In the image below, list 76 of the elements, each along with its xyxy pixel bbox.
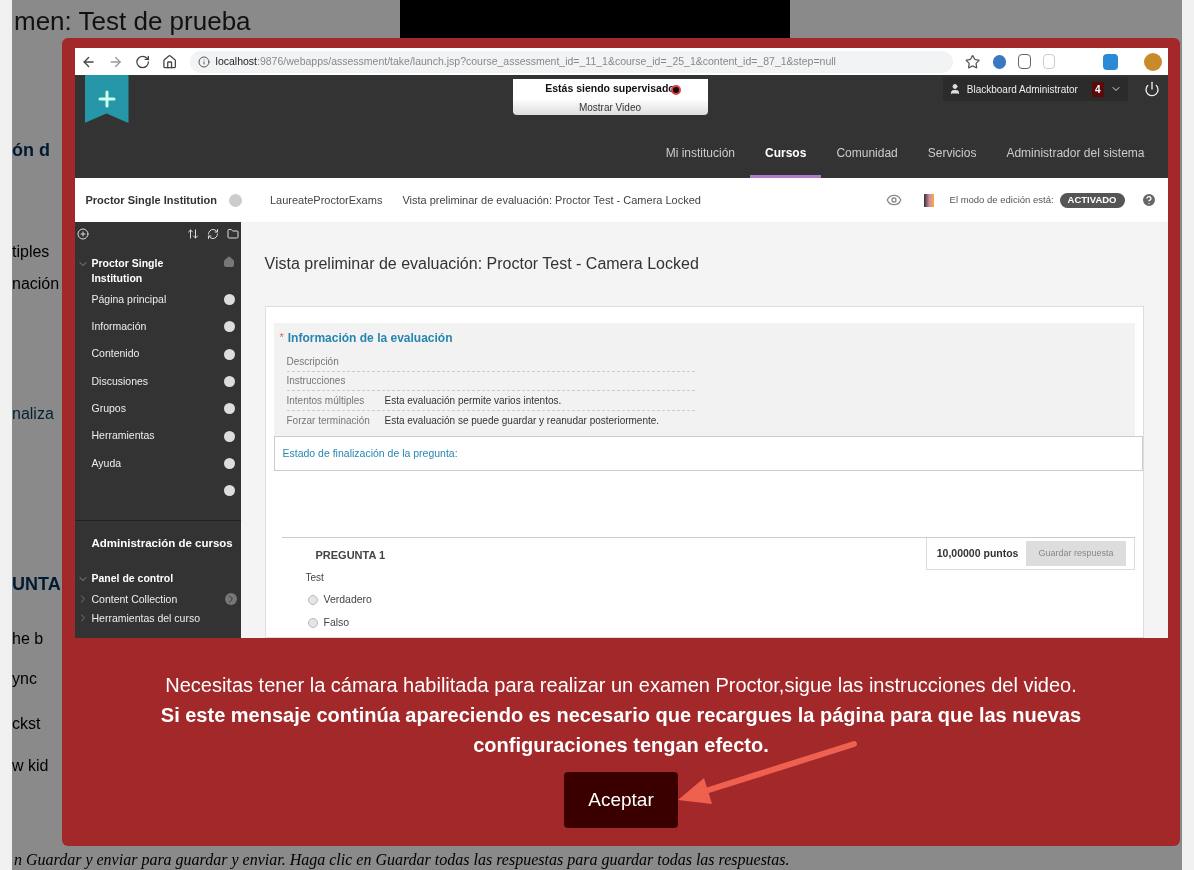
palette-icon[interactable] [923, 193, 934, 207]
help-icon[interactable] [1140, 192, 1157, 208]
info-label: Descripción [286, 354, 340, 369]
option-label[interactable]: Falso [323, 614, 350, 631]
eye-icon[interactable] [885, 192, 902, 208]
sidebar-item[interactable]: Grupos [91, 400, 126, 417]
page-title: Vista preliminar de evaluación: Proctor Test - Camera Locked [264, 254, 700, 274]
sidebar-item[interactable]: Herramientas [91, 428, 155, 444]
background-text: tiples [12, 242, 51, 262]
question-title: PREGUNTA 1 [315, 548, 386, 563]
info-label: Instrucciones [286, 374, 347, 389]
option-label[interactable]: Verdadero [323, 592, 372, 608]
background-text: ckst [12, 714, 42, 734]
background-text: naliza [12, 404, 55, 424]
completion-status-link[interactable]: Estado de finalización de la pregunta: [282, 445, 458, 462]
background-page-title: men: Test de prueba [14, 5, 251, 38]
modal-message: Necesitas tener la cámara habilitada para realizar un examen Proctor,sigue las instrucciones del video. [164, 673, 1078, 698]
nav-tab[interactable]: Comunidad [821, 138, 913, 178]
home-icon [162, 53, 178, 70]
nav-tab[interactable]: Administrador del sistema [991, 138, 1160, 178]
background-text: nación [12, 274, 61, 294]
user-name[interactable]: Blackboard Administrator [966, 81, 1078, 97]
home-icon[interactable] [222, 256, 235, 268]
folder-icon[interactable] [226, 228, 239, 240]
sidebar-item[interactable]: Información [91, 319, 147, 335]
background-text: w kid [12, 756, 50, 776]
user-icon [948, 83, 961, 95]
profile-avatar[interactable] [1144, 52, 1162, 71]
background-text: ync [12, 669, 38, 689]
modal-warning: Si este mensaje continúa apareciendo es necesario que recargues la página para que las nuevas configuraciones tengan efecto. [159, 703, 1083, 758]
radio-button[interactable] [307, 617, 318, 628]
nav-tab[interactable]: Mi institución [650, 138, 751, 178]
course-title[interactable]: Proctor Single Institution [91, 256, 192, 286]
extension-icon[interactable] [992, 54, 1007, 69]
background-text: he b [12, 629, 45, 649]
points-text: 10,00000 puntos [936, 545, 1019, 561]
background-text: UNTA [12, 574, 62, 594]
required-mark: * [279, 330, 284, 345]
edit-mode-toggle[interactable]: ACTIVADO [1059, 192, 1125, 208]
background-text: ón d [12, 140, 51, 160]
accept-button[interactable]: Aceptar [564, 772, 678, 828]
info-label: Intentos múltiples [286, 393, 366, 408]
sidebar-item[interactable]: Ayuda [91, 455, 122, 472]
background-instructions: n Guardar y enviar para guardar y enviar. Haga clic en Guardar todas las respuestas para guardar todas las respuestas. [14, 850, 790, 870]
sidebar-item[interactable]: Página principal [91, 291, 167, 308]
sidebar-item[interactable]: Herramientas del curso [91, 612, 201, 625]
extension-icon[interactable] [1103, 53, 1119, 70]
radio-button[interactable] [307, 594, 318, 605]
panel-title[interactable]: Panel de control [91, 570, 174, 587]
info-title[interactable]: Información de la evaluación [287, 329, 453, 347]
reload-icon [135, 53, 151, 70]
nav-tab[interactable]: Servicios [912, 138, 992, 178]
sidebar-item[interactable]: Contenido [91, 346, 140, 363]
proctor-status: Estás siendo supervisado [512, 79, 708, 99]
sidebar-item[interactable]: Content Collection [91, 593, 178, 606]
logout-icon[interactable] [1143, 81, 1160, 97]
info-label: Forzar terminación [286, 413, 371, 428]
show-video-button[interactable]: Mostrar Video [512, 99, 708, 115]
add-icon[interactable] [76, 228, 89, 240]
notification-badge[interactable]: 4 [1091, 81, 1104, 97]
sidebar-item[interactable]: Discusiones [91, 373, 149, 390]
star-icon[interactable] [965, 53, 981, 70]
edit-mode-label: El modo de edición está: [949, 192, 1054, 207]
address-bar[interactable]: localhost:9876/webapps/assessment/take/launch.jsp?course_assessment_id=_11_1&course_id=_25_1&content_id=_87_1&step=null [189, 50, 954, 73]
url-text: localhost:9876/webapps/assessment/take/launch.jsp?course_assessment_id=_11_1&course_id=_25_1&content_id=_87_1&step=null [215, 53, 836, 69]
refresh-icon[interactable] [206, 228, 219, 240]
breadcrumb-link[interactable]: LaureateProctorExams [269, 191, 383, 209]
sort-icon[interactable] [186, 228, 199, 240]
info-value: Esta evaluación permite varios intentos. [384, 393, 562, 408]
info-value: Esta evaluación se puede guardar y reanudar posteriormente. [384, 413, 660, 428]
breadcrumb-current: Vista preliminar de evaluación: Proctor Test - Camera Locked [402, 192, 701, 208]
extension-icon[interactable] [1018, 54, 1031, 69]
question-text: Test [305, 571, 325, 585]
info-icon [197, 55, 210, 68]
section-title: Administración de cursos [90, 536, 234, 552]
breadcrumb-link[interactable]: Proctor Single Institution [85, 191, 217, 209]
